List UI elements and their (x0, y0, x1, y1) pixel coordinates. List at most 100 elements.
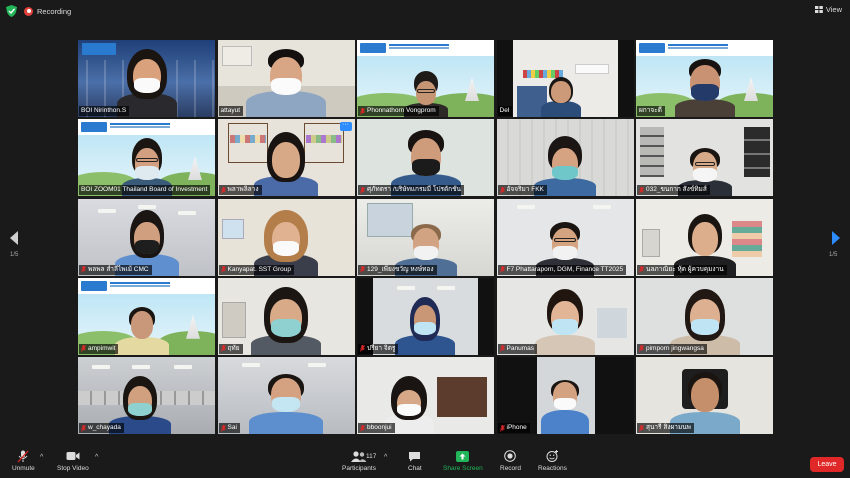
record-button[interactable]: Record (500, 450, 521, 472)
chat-button[interactable]: Chat (408, 450, 422, 472)
muted-mic-icon (360, 266, 365, 273)
participant-name-tag: Kanyapat. SST Group (218, 264, 294, 275)
muted-mic-icon (499, 345, 505, 352)
muted-mic-icon (220, 186, 226, 194)
video-tile[interactable]: pimporn jingwangsa (636, 277, 773, 355)
video-tile[interactable]: Phonnathorn Vongprom (357, 40, 494, 117)
video-tile[interactable]: Panumas (496, 277, 634, 355)
video-tile[interactable]: สุนารี สิงผามนพ (636, 357, 773, 434)
top-bar: Recording View (0, 0, 850, 22)
participants-count: 117 (366, 453, 377, 460)
muted-mic-icon (360, 424, 365, 432)
muted-mic-icon (220, 266, 226, 273)
video-tile[interactable]: bboonjui (357, 357, 494, 434)
participant-name-tag: พลพล สำลีไพเม้ CMC (79, 264, 152, 275)
tile-more-button[interactable]: ··· (339, 121, 352, 132)
video-grid: BOI Nirinthon.S attayut Phonnathorn Vong… (78, 40, 774, 438)
participants-icon (350, 450, 367, 462)
video-tile[interactable]: ··· พลาพลิลาง (217, 119, 355, 197)
unmute-button[interactable]: Unmute (12, 450, 35, 472)
video-tile[interactable]: พลพล สำลีไพเม้ CMC (78, 198, 215, 276)
recording-indicator[interactable]: Recording (24, 5, 71, 17)
participant-name-tag: BOI ZOOM01 Thailand Board of Investment (79, 185, 211, 196)
video-tile-active-speaker[interactable]: BOI ZOOM01 Thailand Board of Investment (78, 119, 215, 197)
video-tile[interactable]: Kanyapat. SST Group (217, 198, 355, 276)
audio-options-caret[interactable]: ^ (40, 454, 43, 461)
participant-name-tag: 032_ขนกาก สังข์ทิมส์ (637, 185, 710, 196)
participant-name-tag: 129_เพียงขวัญ หงษ์ทอง (358, 264, 437, 275)
participant-name-tag: ผกาจะดี (637, 106, 665, 116)
view-button[interactable]: View (814, 5, 842, 14)
video-tile[interactable]: Del (496, 40, 634, 117)
muted-mic-icon (499, 266, 505, 273)
board-of-investment-logo (82, 43, 116, 55)
zoom-meeting-window: Recording View 1/5 1/5 BOI Nirinthon.S a… (0, 0, 850, 478)
muted-mic-icon (220, 345, 226, 352)
participant-name-tag: F7 Phattaraporn, DGM, Finance TT2025 (497, 264, 627, 275)
reactions-button[interactable]: Reactions (538, 450, 567, 472)
chevron-right-icon (831, 231, 840, 245)
participant-name-tag: Del (497, 106, 513, 116)
video-camera-icon (66, 452, 80, 460)
participant-name-tag: BOI Nirinthon.S (79, 106, 130, 116)
page-indicator-left: 1/5 (10, 252, 19, 258)
muted-mic-icon (220, 424, 226, 432)
leave-button[interactable]: Leave (810, 457, 844, 472)
video-tile[interactable]: attayut (217, 40, 355, 117)
participants-label: Participants (342, 465, 376, 472)
participants-options-caret[interactable]: ^ (384, 454, 387, 461)
participant-name-tag: pimporn jingwangsa (637, 343, 707, 354)
muted-mic-icon (499, 424, 505, 432)
chat-bubble-icon (409, 451, 421, 461)
record-icon (504, 450, 517, 462)
participant-name-tag: ฤทัย (218, 343, 243, 354)
participant-name-tag: bboonjui (358, 423, 395, 433)
video-tile[interactable]: ปรียา จิตรู (357, 277, 494, 355)
next-page-button[interactable] (828, 228, 842, 248)
video-tile[interactable]: ampimwit (78, 277, 215, 355)
reactions-label: Reactions (538, 465, 567, 472)
video-tile[interactable]: 129_เพียงขวัญ หงษ์ทอง (357, 198, 494, 276)
recording-icon (24, 6, 33, 16)
video-tile[interactable]: iPhone (496, 357, 634, 434)
video-tile[interactable]: ฤทัย (217, 277, 355, 355)
participant-name-tag: Phonnathorn Vongprom (358, 106, 439, 116)
previous-page-button[interactable] (7, 228, 21, 248)
meeting-toolbar: Unmute ^ Stop Video ^ Participants 117 ^… (0, 446, 850, 478)
video-tile[interactable]: ศุภัทตรา /บริษัทแกรมมี่ โปรดักชั่น (357, 119, 494, 197)
participant-name-tag: ampimwit (79, 343, 119, 354)
video-tile[interactable]: 032_ขนกาก สังข์ทิมส์ (636, 119, 773, 197)
video-options-caret[interactable]: ^ (95, 454, 98, 461)
participant-name-tag: อัจจริมา FKK (497, 185, 547, 196)
unmute-label: Unmute (12, 465, 35, 472)
page-indicator-right: 1/5 (829, 252, 838, 258)
muted-mic-icon (499, 186, 505, 194)
video-tile[interactable]: อัจจริมา FKK (496, 119, 634, 197)
participant-name-tag: พลาพลิลาง (218, 185, 262, 196)
participant-name-tag: นลภาณิยะ หุ้ด ผู้ควบคุมงาน (637, 264, 727, 275)
video-tile[interactable]: BOI Nirinthon.S (78, 40, 215, 117)
stop-video-button[interactable]: Stop Video (57, 450, 89, 472)
muted-microphone-icon (17, 450, 29, 462)
participant-name-tag: iPhone (497, 423, 530, 433)
participant-name-tag: สุนารี สิงผามนพ (637, 423, 694, 433)
record-label: Record (500, 465, 521, 472)
participant-name-tag: attayut (218, 106, 244, 116)
video-tile[interactable]: นลภาณิยะ หุ้ด ผู้ควบคุมงาน (636, 198, 773, 276)
chat-label: Chat (408, 465, 422, 472)
recording-label: Recording (37, 6, 72, 16)
muted-mic-icon (639, 186, 644, 194)
shield-icon[interactable] (6, 5, 17, 17)
share-screen-label: Share Screen (443, 465, 483, 472)
video-tile[interactable]: F7 Phattaraporn, DGM, Finance TT2025 (496, 198, 634, 276)
video-tile[interactable]: Sai (217, 357, 355, 434)
grid-view-icon (814, 6, 823, 13)
participant-name-tag: ปรียา จิตรู (358, 343, 399, 354)
share-screen-button[interactable]: Share Screen (443, 450, 483, 472)
video-tile[interactable]: w_chayada (78, 357, 215, 434)
share-screen-icon (456, 450, 470, 462)
muted-mic-icon (639, 424, 644, 432)
participant-name-tag: ศุภัทตรา /บริษัทแกรมมี่ โปรดักชั่น (358, 185, 464, 196)
video-tile[interactable]: ผกาจะดี (636, 40, 773, 117)
participant-name-tag: Sai (218, 423, 240, 433)
